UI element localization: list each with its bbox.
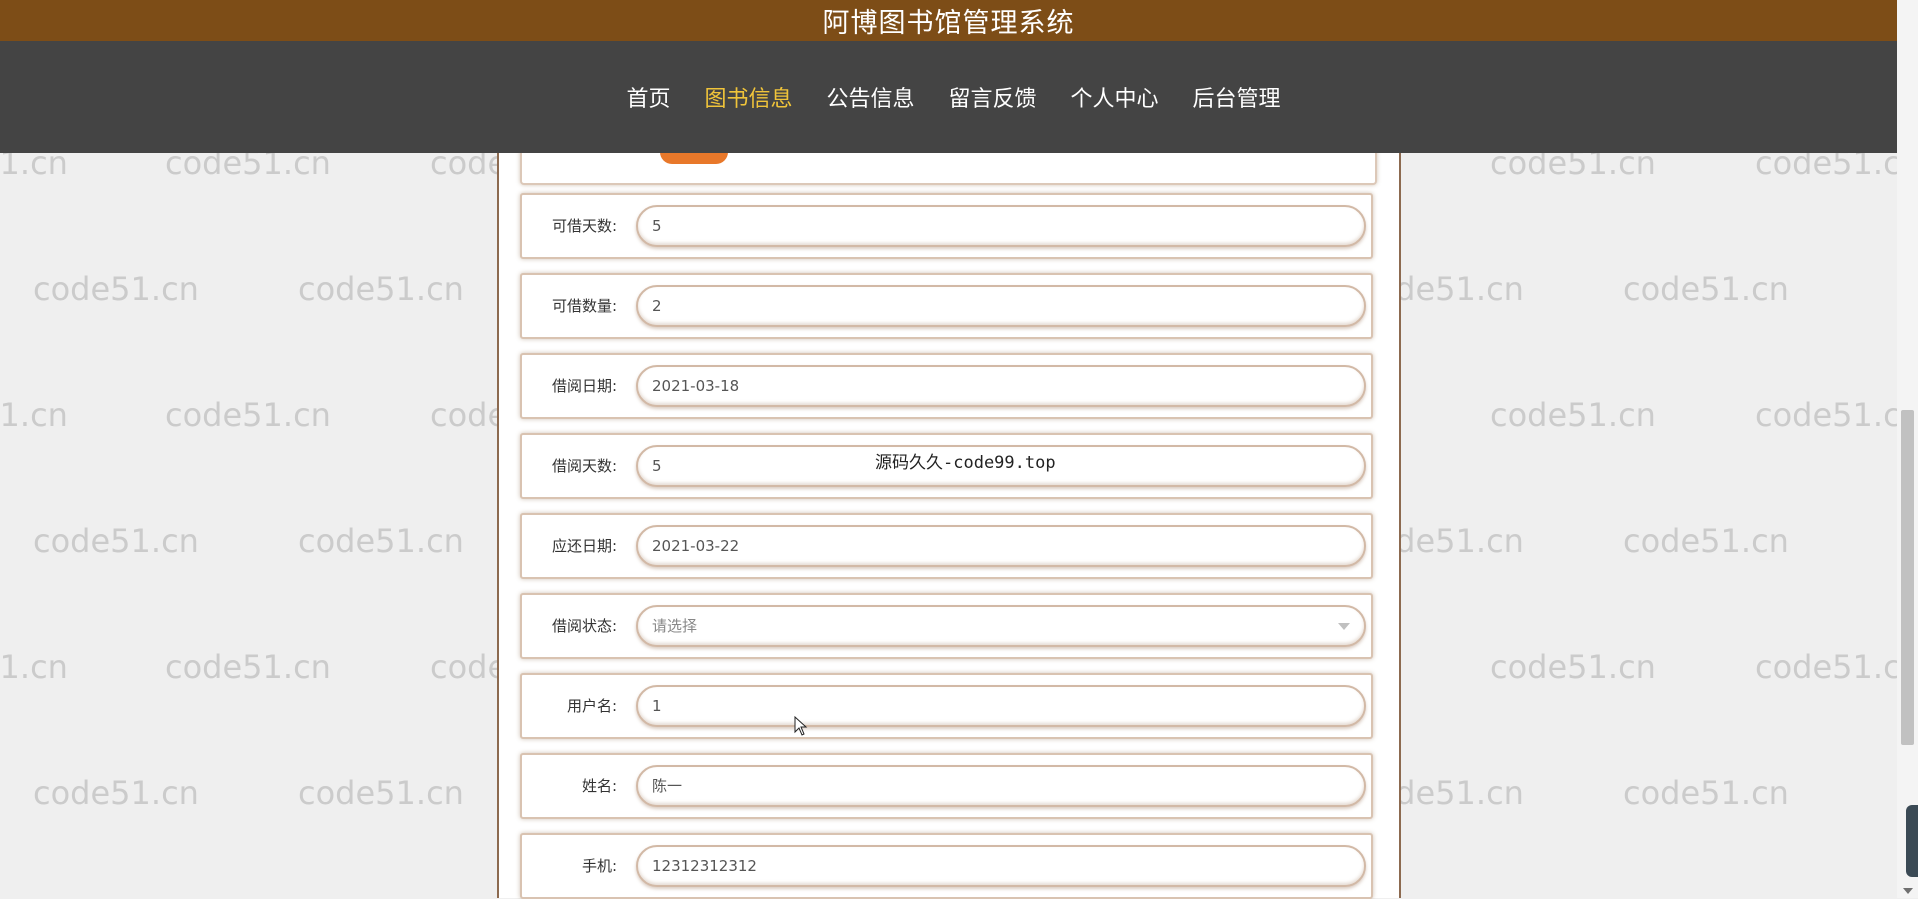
overlay-watermark: 源码久久-code99.top bbox=[875, 453, 1056, 473]
watermark-text: code51.cn bbox=[298, 270, 464, 308]
borrow-date-input[interactable]: 2021-03-18 bbox=[636, 365, 1366, 407]
form-row-due-date: 应还日期: 2021-03-22 bbox=[520, 513, 1373, 579]
watermark-text: code51.cn bbox=[1623, 774, 1789, 812]
form-row-borrowable-days: 可借天数: 5 bbox=[520, 193, 1373, 259]
watermark-text: code51.cn bbox=[165, 648, 331, 686]
watermark-text: code51.cn bbox=[1490, 396, 1656, 434]
form-row-phone: 手机: 12312312312 bbox=[520, 833, 1373, 899]
watermark-text: code51.cn bbox=[1623, 522, 1789, 560]
watermark-text: code51.cn bbox=[0, 648, 68, 686]
watermark-text: code51.cn bbox=[33, 774, 199, 812]
watermark-text: code51.cn bbox=[298, 522, 464, 560]
field-label: 可借天数: bbox=[551, 217, 617, 235]
borrowable-days-input[interactable]: 5 bbox=[636, 205, 1366, 247]
form-row-borrowable-quantity: 可借数量: 2 bbox=[520, 273, 1373, 339]
form-row-borrow-status: 借阅状态: 请选择 bbox=[520, 593, 1373, 659]
field-label: 可借数量: bbox=[551, 297, 617, 315]
scrollbar-thumb[interactable] bbox=[1901, 410, 1914, 745]
chevron-down-icon bbox=[1338, 623, 1350, 630]
watermark-text: code51.cn bbox=[33, 270, 199, 308]
scroll-down-arrow-icon[interactable] bbox=[1903, 888, 1913, 894]
name-input[interactable]: 陈一 bbox=[636, 765, 1366, 807]
field-label: 借阅日期: bbox=[551, 377, 617, 395]
field-label: 用户名: bbox=[566, 697, 617, 715]
field-label: 应还日期: bbox=[551, 537, 617, 555]
watermark-text: code51.cn bbox=[1755, 396, 1918, 434]
site-title: 阿博图书馆管理系统 bbox=[822, 8, 1075, 39]
due-date-input[interactable]: 2021-03-22 bbox=[636, 525, 1366, 567]
form-row-borrow-date: 借阅日期: 2021-03-18 bbox=[520, 353, 1373, 419]
watermark-text: code51.cn bbox=[165, 396, 331, 434]
form-row-name: 姓名: 陈一 bbox=[520, 753, 1373, 819]
watermark-text: code51.cn bbox=[33, 522, 199, 560]
field-label: 借阅状态: bbox=[551, 617, 617, 635]
phone-input[interactable]: 12312312312 bbox=[636, 845, 1366, 887]
main-nav: 首页 图书信息 公告信息 留言反馈 个人中心 后台管理 bbox=[0, 41, 1897, 153]
nav-item-feedback[interactable]: 留言反馈 bbox=[949, 81, 1037, 113]
watermark-text: code51.cn bbox=[0, 396, 68, 434]
title-bar: 阿博图书馆管理系统 bbox=[0, 0, 1897, 41]
username-input[interactable]: 1 bbox=[636, 685, 1366, 727]
field-label: 姓名: bbox=[581, 777, 617, 795]
borrowable-quantity-input[interactable]: 2 bbox=[636, 285, 1366, 327]
watermark-text: code51.cn bbox=[1623, 270, 1789, 308]
select-placeholder: 请选择 bbox=[652, 617, 698, 635]
nav-list: 首页 图书信息 公告信息 留言反馈 个人中心 后台管理 bbox=[626, 81, 1280, 113]
side-floating-widget[interactable] bbox=[1906, 805, 1918, 877]
field-label: 手机: bbox=[581, 857, 617, 875]
watermark-text: code51.cn bbox=[298, 774, 464, 812]
nav-item-admin[interactable]: 后台管理 bbox=[1193, 81, 1281, 113]
borrow-status-select[interactable]: 请选择 bbox=[636, 605, 1366, 647]
field-label: 借阅天数: bbox=[551, 457, 617, 475]
watermark-text: code51.cn bbox=[1755, 648, 1918, 686]
nav-item-book-info[interactable]: 图书信息 bbox=[704, 81, 792, 113]
watermark-text: code51.cn bbox=[1490, 648, 1656, 686]
form-row-username: 用户名: 1 bbox=[520, 673, 1373, 739]
mouse-cursor-icon bbox=[794, 716, 808, 736]
image-row bbox=[520, 150, 1377, 185]
nav-item-home[interactable]: 首页 bbox=[626, 81, 670, 113]
nav-item-announcements[interactable]: 公告信息 bbox=[826, 81, 914, 113]
nav-item-personal-center[interactable]: 个人中心 bbox=[1071, 81, 1159, 113]
page-scrollbar[interactable] bbox=[1897, 0, 1918, 898]
